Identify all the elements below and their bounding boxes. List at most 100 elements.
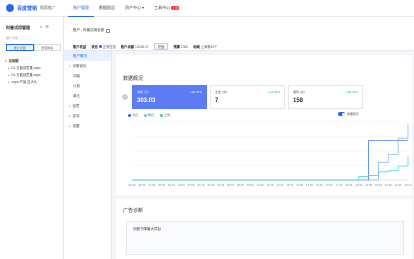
series-line — [132, 140, 408, 181]
top-bar: 百度营销 搜索推广 账户管理 数据报告 资产中心 ▾ 工具中心 上新 — [0, 0, 414, 17]
caret-right-icon: ▸ — [69, 114, 71, 118]
search-icon[interactable]: ⌕ — [40, 24, 42, 29]
metric-change: +10.47% — [190, 90, 202, 94]
balance-field: 账户余额 10238.47 — [121, 44, 149, 49]
series-line — [132, 156, 409, 181]
logo[interactable]: 百度营销 搜索推广 — [6, 4, 56, 12]
nav-label: 资产中心 ▾ — [125, 5, 145, 10]
balance-value: 10238.47 — [135, 45, 149, 49]
subnav-creative[interactable]: ▸ 创意 — [64, 101, 111, 111]
x-tick-label: 05:49 — [198, 183, 205, 187]
data-overview-card: 数据概况 消费 (元) +10.47% 303.03 点击 (次) +12.69… — [116, 55, 412, 195]
series-line — [132, 124, 409, 181]
legend-today[interactable]: 今日 — [128, 113, 138, 117]
x-tick-label: 18:19 — [345, 183, 352, 187]
toggle-label: 重要警示 — [347, 112, 360, 116]
diagnosis-subtitle: 诊断下降最大项目 — [133, 227, 161, 231]
campaign-tree: ▾ 试用期 ▸ 01-万能创意推.ocpc ▸ 01-万能创意推.ocpc ▸ ocpc… — [5, 57, 63, 85]
metric-card-clicks[interactable]: 点击 (次) +12.69% 7 — [210, 85, 285, 109]
legend-label: 上周 — [164, 113, 171, 117]
x-tick-label: 13:19 — [286, 183, 293, 187]
nav-tool-center[interactable]: 工具中心 上新 — [149, 0, 184, 17]
x-tick-label: 16:39 — [326, 183, 333, 187]
x-tick-label: 21:39 — [385, 183, 392, 187]
sidebar-title: 科普试用管理 — [6, 25, 30, 30]
metric-value: 7 — [215, 98, 219, 104]
collapse-icon[interactable]: ☰ — [45, 24, 49, 29]
subnav-label: 创意 — [72, 103, 80, 108]
subnav-settings[interactable]: ▸ 设置 — [64, 121, 111, 131]
x-tick-label: 10:49 — [257, 183, 264, 187]
metric-value: 158 — [293, 98, 304, 104]
logo-text: 百度营销 — [17, 5, 38, 12]
metric-label: 消费 (元) — [137, 90, 149, 94]
metric-card-cost[interactable]: 消费 (元) +10.47% 303.03 — [132, 85, 207, 109]
x-tick-label: 09:59 — [247, 183, 254, 187]
recharge-button[interactable]: 充值 — [153, 43, 169, 50]
caret-right-icon: ▸ — [69, 124, 71, 128]
region-field: 地域 上海等42个 — [193, 44, 217, 49]
legend-yesterday[interactable]: 昨日 — [144, 113, 154, 117]
x-tick-label: 19:09 — [355, 183, 362, 187]
subnav-targeting[interactable]: ▸ 定向 — [64, 111, 111, 121]
subnav-campaign[interactable]: 计划 — [64, 81, 111, 91]
diagnosis-title: 广告诊断 — [123, 208, 144, 214]
nav-data-report[interactable]: 数据报告 — [94, 0, 120, 17]
x-tick-label: 01:39 — [148, 183, 155, 187]
nav-label: 工具中心 — [154, 5, 171, 10]
x-tick-label: 09:09 — [237, 183, 244, 187]
x-tick-label: 00:49 — [138, 183, 145, 187]
top-nav: 账户管理 数据报告 资产中心 ▾ 工具中心 上新 — [68, 0, 184, 17]
nav-asset-center[interactable]: 资产中心 ▾ — [120, 0, 149, 17]
tree-label: 试用期 — [8, 59, 19, 63]
legend-last-week[interactable]: 上周 — [160, 113, 170, 117]
tree-item[interactable]: ▸ 01-万能创意推.ocpc — [5, 71, 63, 78]
sidebar-subtitle: 推广计划 — [6, 36, 19, 40]
subnav-unit[interactable]: 单元 — [64, 91, 111, 101]
x-tick-label: 17:29 — [336, 183, 343, 187]
alert-toggle-wrap: 重要警示 — [338, 112, 359, 116]
hourly-trend-chart: 00:00 00:49 01:39 02:29 03:19 04:09 04:59 05:49… — [129, 121, 412, 187]
x-tick-label: 02:29 — [158, 183, 165, 187]
subnav-diagnosis[interactable]: ▾ 诊断优化 — [64, 61, 111, 71]
caret-down-icon[interactable]: ▾ — [5, 59, 7, 63]
caret-right-icon[interactable]: ▸ — [8, 66, 10, 70]
tab-search-rank[interactable]: 搜索排名 — [33, 44, 61, 51]
caret-right-icon[interactable]: ▸ — [8, 73, 10, 77]
x-tick-label: 06:39 — [207, 183, 214, 187]
nav-account-management[interactable]: 账户管理 — [68, 0, 95, 17]
sidebar-tools: ⌕ ☰ — [40, 24, 49, 29]
tree-label: ocpc-产品-拉大片 — [11, 80, 38, 84]
nav-label: 账户管理 — [73, 4, 90, 10]
account-header: 账户 - 科普试用全部 账户权益 状态 正常在投 账户余额 10238.47 充… — [64, 17, 414, 51]
ad-diagnosis-card: 广告诊断 诊断下降最大项目 — [116, 199, 412, 259]
x-tick-label: 04:59 — [188, 183, 195, 187]
tree-item[interactable]: ▸ 01-万能创意推.ocpc — [5, 64, 63, 71]
x-tick-label: 03:19 — [168, 183, 175, 187]
legend-label: 昨日 — [148, 113, 155, 117]
tree-item-root[interactable]: ▾ 试用期 — [5, 57, 63, 64]
budget-label: 预算 — [173, 45, 180, 49]
metric-change: +12.69% — [268, 90, 280, 94]
legend-dot — [128, 113, 131, 117]
new-badge: 上新 — [171, 6, 180, 10]
tree-item[interactable]: ▸ ocpc-产品-拉大片 — [5, 78, 63, 85]
caret-right-icon: ▸ — [69, 104, 71, 108]
sub-navigation: 账户概况 ▾ 诊断优化 词组 计划 单元 ▸ 创意 ▸ 定向 ▸ 设置 — [64, 51, 112, 259]
subnav-keywords[interactable]: 词组 — [64, 71, 111, 81]
x-tick-label: 12:29 — [276, 183, 283, 187]
alert-toggle[interactable] — [338, 112, 345, 116]
main-content: 数据概况 消费 (元) +10.47% 303.03 点击 (次) +12.69… — [112, 51, 414, 259]
metric-card-impressions[interactable]: 展现 (次) +48.41% 158 — [288, 85, 363, 109]
metric-value: 303.03 — [137, 98, 156, 104]
copy-icon[interactable] — [106, 28, 111, 33]
nav-label: 数据报告 — [99, 5, 116, 10]
legend-dot — [160, 113, 164, 117]
x-tick-label: 23:19 — [405, 183, 412, 187]
caret-right-icon[interactable]: ▸ — [8, 80, 10, 84]
prev-arrow-icon[interactable] — [122, 94, 128, 100]
tab-account-all[interactable]: 账户全部 — [6, 44, 34, 51]
x-tick-label: 08:19 — [227, 183, 234, 187]
metric-label: 展现 (次) — [293, 90, 305, 94]
subnav-overview[interactable]: 账户概况 — [64, 51, 111, 61]
